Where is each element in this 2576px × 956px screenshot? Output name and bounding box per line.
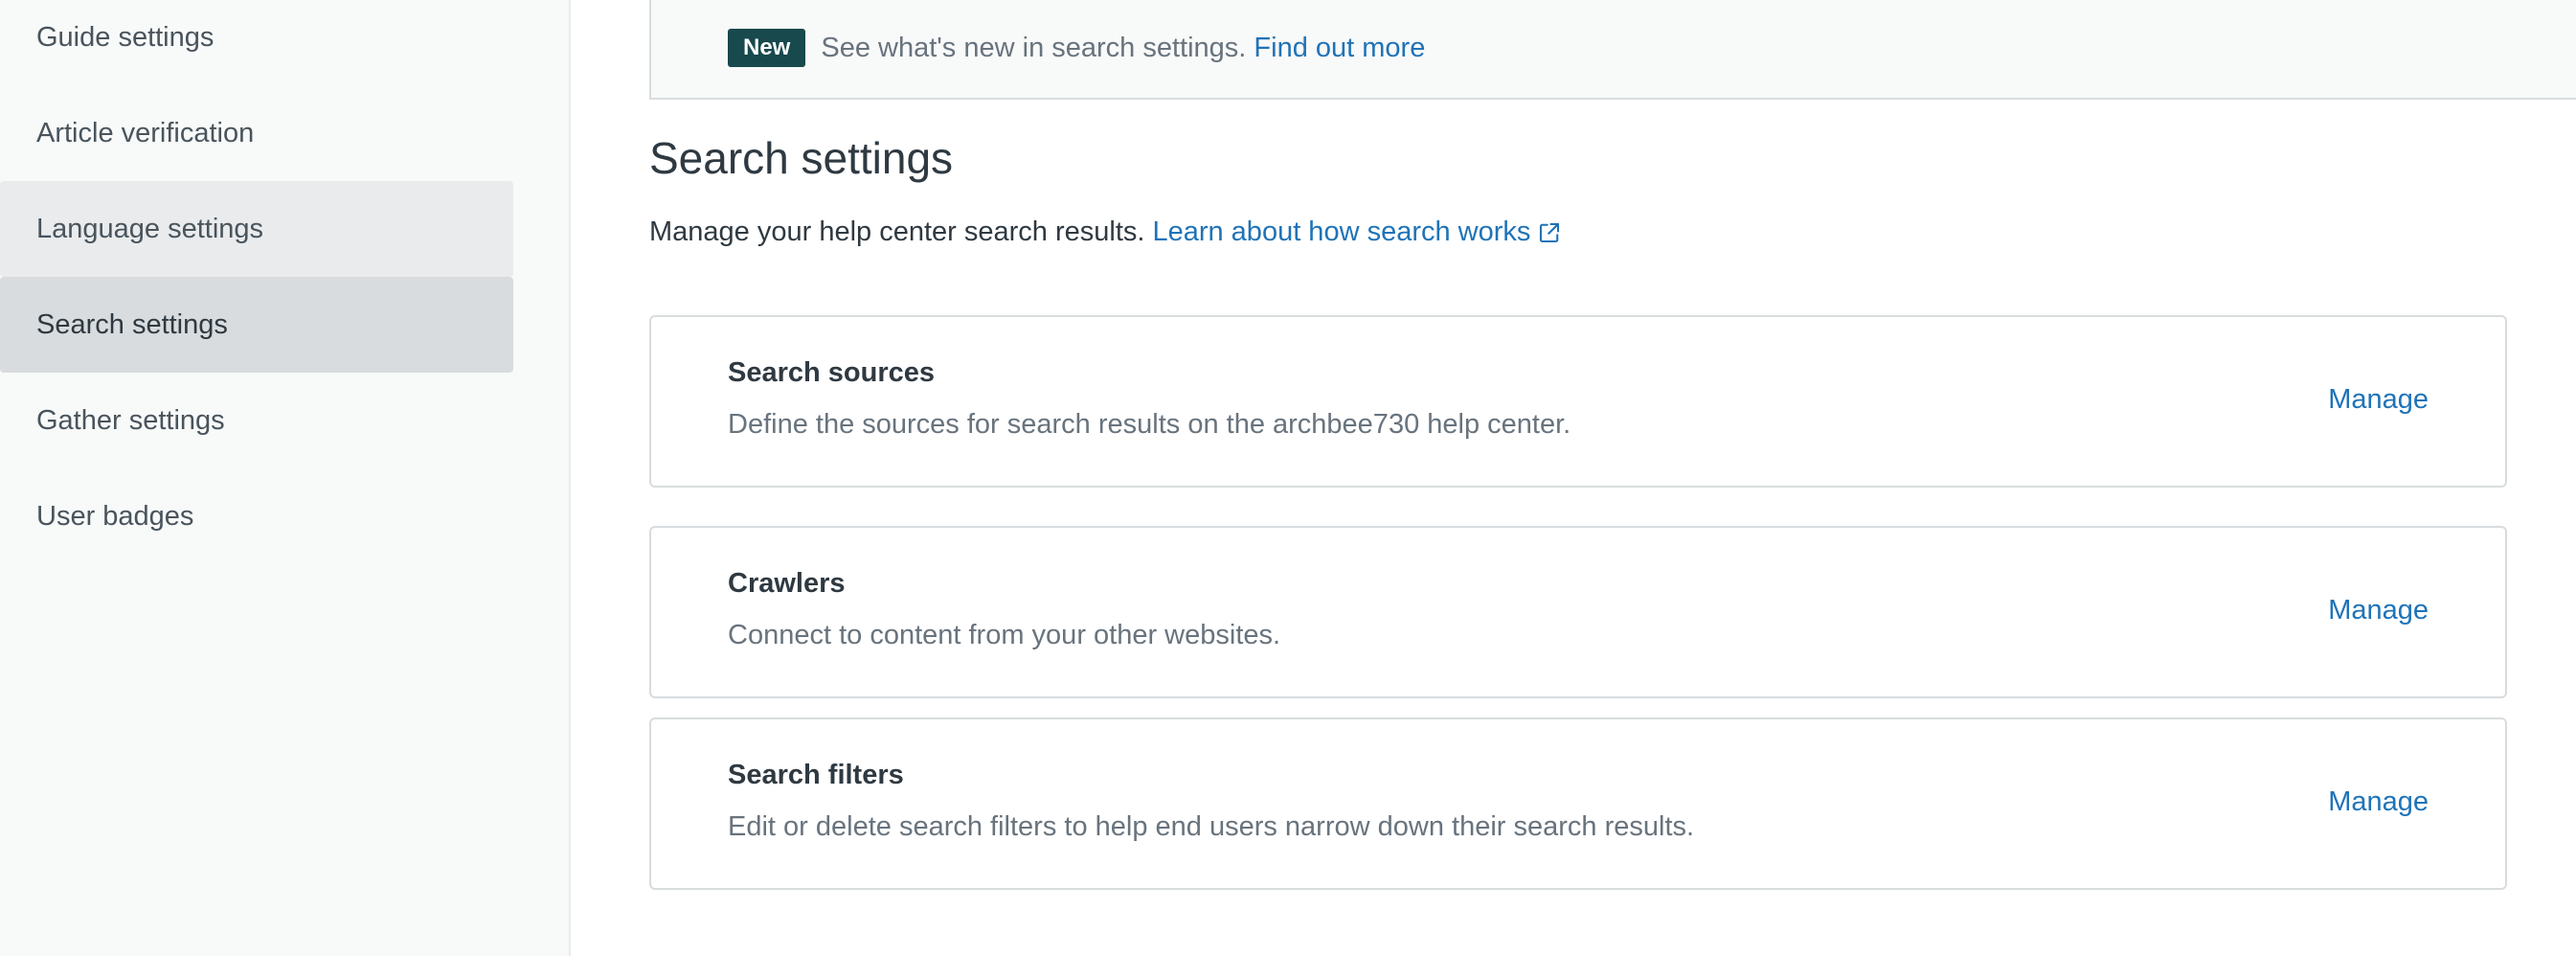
page-subtitle: Manage your help center search results. … (649, 216, 1561, 248)
card-description: Define the sources for search results on… (728, 409, 1571, 440)
card-description: Edit or delete search filters to help en… (728, 811, 1695, 842)
find-out-more-link[interactable]: Find out more (1254, 33, 1425, 63)
sidebar-item-article-verification[interactable]: Article verification (0, 85, 513, 181)
card-description: Connect to content from your other websi… (728, 620, 1281, 650)
search-sources-card: Search sources Define the sources for se… (649, 315, 2507, 488)
sidebar-item-gather-settings[interactable]: Gather settings (0, 373, 513, 468)
main-content: New See what's new in search settings. F… (649, 0, 2576, 956)
manage-search-filters-link[interactable]: Manage (2328, 786, 2429, 818)
sidebar-item-label: Language settings (36, 213, 264, 244)
banner-message: See what's new in search settings. (821, 32, 1247, 63)
learn-search-link[interactable]: Learn about how search works (1152, 216, 1561, 248)
app: Guide settings Article verification Lang… (0, 0, 2576, 956)
search-filters-card: Search filters Edit or delete search fil… (649, 717, 2507, 890)
manage-search-sources-link[interactable]: Manage (2328, 384, 2429, 416)
sidebar-item-user-badges[interactable]: User badges (0, 468, 513, 564)
sidebar-item-search-settings[interactable]: Search settings (0, 277, 513, 373)
external-link-icon (1540, 222, 1560, 242)
sidebar-item-label: User badges (36, 500, 194, 532)
sidebar-item-label: Gather settings (36, 404, 225, 436)
crawlers-card: Crawlers Connect to content from your ot… (649, 526, 2507, 698)
card-title: Search filters (728, 760, 904, 790)
card-title: Search sources (728, 357, 936, 388)
sidebar: Guide settings Article verification Lang… (0, 0, 571, 956)
page-title: Search settings (649, 133, 954, 183)
card-title: Crawlers (728, 568, 846, 599)
new-badge: New (728, 29, 806, 67)
sidebar-item-label: Article verification (36, 117, 255, 148)
whats-new-banner: New See what's new in search settings. F… (649, 0, 2576, 100)
manage-crawlers-link[interactable]: Manage (2328, 595, 2429, 626)
sidebar-item-label: Search settings (36, 308, 228, 340)
sidebar-item-language-settings[interactable]: Language settings (0, 181, 513, 277)
sidebar-item-label: Guide settings (36, 21, 215, 53)
learn-search-link-label: Learn about how search works (1152, 216, 1531, 247)
subtitle-text: Manage your help center search results. (649, 216, 1145, 247)
sidebar-item-guide-settings[interactable]: Guide settings (0, 0, 513, 85)
banner-text: See what's new in search settings. Find … (821, 33, 1425, 64)
